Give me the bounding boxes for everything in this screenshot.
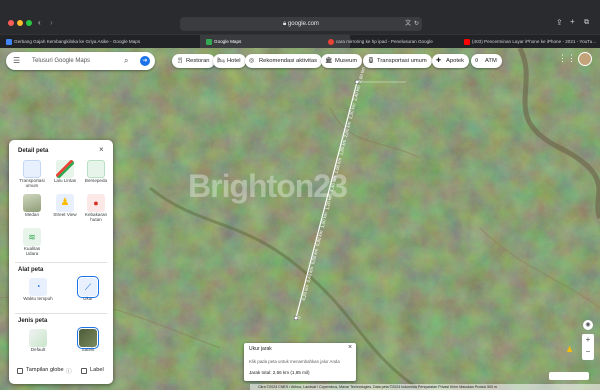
restaurant-icon: 🍴︎ bbox=[176, 58, 184, 64]
browser-titlebar: ‹ › 🔒︎ google.com 文 ↻ ⇪ + ⧉ bbox=[0, 0, 600, 34]
fire-icon: ● bbox=[87, 194, 105, 212]
close-window-button[interactable] bbox=[8, 20, 14, 26]
chip-apotek[interactable]: ✚ Apotek bbox=[432, 54, 470, 68]
chip-restoran[interactable]: 🍴︎ Restoran bbox=[172, 54, 215, 68]
layer-wildfires[interactable]: ● Kebakaran hutan bbox=[81, 194, 111, 223]
globe-view-label: Tampilan globe bbox=[26, 367, 64, 373]
bicycle-layer-icon bbox=[87, 160, 105, 178]
tab-overview-icon[interactable]: ⧉ bbox=[584, 18, 589, 28]
layer-biking[interactable]: Bersepeda bbox=[81, 160, 111, 183]
search-input[interactable]: Telusuri Google Maps bbox=[32, 52, 90, 70]
air-quality-icon: ≋ bbox=[23, 228, 41, 246]
menu-icon[interactable]: ☰ bbox=[13, 57, 20, 65]
tab-item[interactable]: (403) Pencerminan Layar iPhone ke iPhone… bbox=[458, 35, 600, 49]
tab-item[interactable]: Gerbang Gajah Kembangkiloka ke Griya Asi… bbox=[0, 35, 150, 49]
measure-total: Jarak total: 2,66 km (1,65 mil) bbox=[249, 370, 310, 375]
default-map-thumb-icon bbox=[29, 329, 47, 347]
pharmacy-icon: ✚ bbox=[436, 58, 442, 64]
activity-icon: ◎ bbox=[249, 58, 255, 64]
tab-item[interactable]: cara mirroring ke hp ipad - Penelusuran … bbox=[322, 35, 457, 49]
chip-transportasi-umum[interactable]: 🚆︎ Transportasi umum bbox=[363, 54, 432, 68]
layer-transit[interactable]: Transportasi umum bbox=[17, 160, 47, 189]
divider bbox=[15, 262, 107, 263]
address-bar[interactable]: 🔒︎ google.com bbox=[180, 17, 422, 31]
close-icon[interactable]: × bbox=[99, 145, 104, 154]
tool-measure[interactable]: ⟋ Ukur bbox=[73, 276, 103, 301]
label-checkbox[interactable] bbox=[81, 368, 87, 374]
attribution-bar: Citra ©2024 CNES / Airbus, Landsat / Cop… bbox=[250, 384, 600, 390]
info-icon[interactable]: ⓘ bbox=[66, 367, 72, 375]
chip-rekomendasi-aktivitas[interactable]: ◎ Rekomendasi aktivitas bbox=[245, 54, 322, 68]
url-text: google.com bbox=[287, 21, 319, 27]
measure-title: Ukur jarak bbox=[249, 346, 272, 352]
map-details-panel: Detail peta × Transportasi umum Lalu Lin… bbox=[9, 140, 113, 384]
layer-air-quality[interactable]: ≋ Kualitas Udara bbox=[17, 228, 47, 257]
measure-distance-card: Ukur jarak × Klik pada peta untuk menamb… bbox=[244, 343, 356, 381]
google-favicon-icon bbox=[328, 39, 334, 45]
zoom-in-button[interactable]: + bbox=[582, 334, 594, 346]
hotel-icon: 🛏︎ bbox=[217, 58, 225, 64]
zoom-controls: + − bbox=[582, 334, 594, 360]
zoom-out-button[interactable]: − bbox=[582, 346, 594, 358]
translate-icon[interactable]: 文 bbox=[405, 19, 411, 29]
minimize-window-button[interactable] bbox=[17, 20, 23, 26]
label-label: Label bbox=[90, 367, 104, 373]
map-tools-title: Alat peta bbox=[18, 267, 44, 273]
tab-bar: Gerbang Gajah Kembangkiloka ke Griya Asi… bbox=[0, 34, 600, 49]
forward-arrow-icon[interactable]: › bbox=[50, 18, 53, 28]
transit-layer-icon bbox=[23, 160, 41, 178]
terrain-layer-icon bbox=[23, 194, 41, 212]
layer-traffic[interactable]: Lalu Lintas bbox=[50, 160, 80, 183]
maps-favicon-icon bbox=[206, 39, 212, 45]
close-icon[interactable]: × bbox=[348, 344, 352, 351]
pegman-icon[interactable]: ♟︎ bbox=[566, 345, 573, 354]
layer-switcher-thumbs[interactable] bbox=[549, 372, 589, 380]
transit-icon: 🚆︎ bbox=[367, 58, 375, 64]
reload-icon[interactable]: ↻ bbox=[414, 19, 419, 29]
layer-terrain[interactable]: Medan bbox=[17, 194, 47, 217]
my-location-icon[interactable]: ◉ bbox=[583, 320, 593, 330]
layer-street-view[interactable]: ♟︎ Street View bbox=[50, 194, 80, 217]
ruler-icon: ⟋ bbox=[77, 276, 99, 298]
new-tab-icon[interactable]: + bbox=[570, 17, 575, 27]
back-arrow-icon[interactable]: ‹ bbox=[38, 18, 41, 28]
measure-hint: Klik pada peta untuk menambahkan jalur A… bbox=[249, 359, 340, 364]
divider bbox=[15, 313, 107, 314]
satellite-map-thumb-icon bbox=[77, 327, 99, 349]
atm-icon: ¤ bbox=[475, 58, 479, 64]
globe-view-checkbox[interactable] bbox=[17, 368, 23, 374]
search-icon[interactable]: ⌕ bbox=[124, 56, 128, 66]
traffic-layer-icon bbox=[56, 160, 74, 178]
maximize-window-button[interactable] bbox=[26, 20, 32, 26]
share-icon[interactable]: ⇪ bbox=[556, 18, 563, 28]
maps-favicon-icon bbox=[6, 39, 12, 45]
maptype-default[interactable]: Default bbox=[23, 329, 53, 352]
chip-hotel[interactable]: 🛏︎ Hotel bbox=[213, 54, 246, 68]
map-type-title: Jenis peta bbox=[18, 318, 48, 324]
chip-museum[interactable]: 🏛︎ Museum bbox=[321, 54, 363, 68]
tool-travel-time[interactable]: ◔ Waktu tempuh bbox=[23, 278, 53, 301]
directions-icon[interactable]: ➔ bbox=[140, 56, 150, 66]
pegman-icon: ♟︎ bbox=[56, 194, 74, 212]
travel-time-icon: ◔ bbox=[29, 278, 47, 296]
watermark: Brighton23 bbox=[188, 168, 348, 204]
map-details-title: Detail peta bbox=[18, 148, 49, 154]
chip-atm[interactable]: ¤ ATM bbox=[471, 54, 502, 68]
search-box[interactable]: ☰ Telusuri Google Maps ⌕ ➔ bbox=[6, 52, 155, 70]
museum-icon: 🏛︎ bbox=[325, 58, 333, 64]
maptype-satellite[interactable]: Satelit bbox=[73, 327, 103, 352]
apps-grid-icon[interactable]: ⋮⋮ bbox=[558, 53, 576, 64]
youtube-favicon-icon bbox=[464, 39, 470, 45]
avatar[interactable] bbox=[578, 52, 592, 66]
